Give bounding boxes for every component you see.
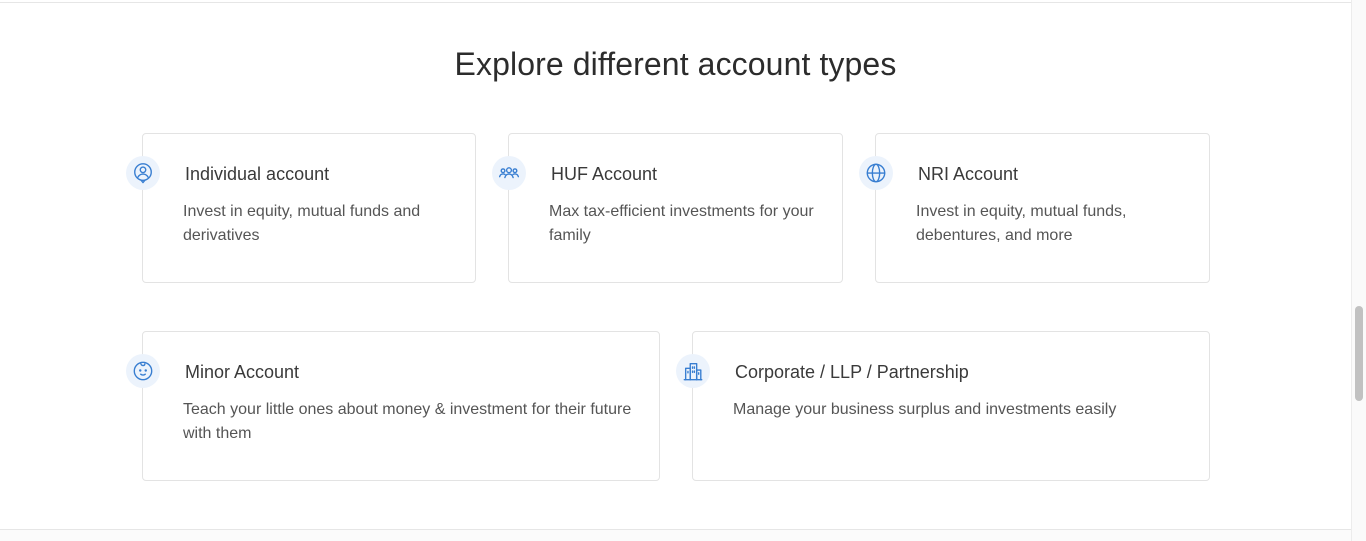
globe-icon — [859, 156, 893, 190]
card-minor-account[interactable]: Minor Account Teach your little ones abo… — [126, 331, 660, 481]
top-divider — [0, 2, 1351, 3]
card-nri-account[interactable]: NRI Account Invest in equity, mutual fun… — [859, 133, 1210, 283]
card-individual-account[interactable]: Individual account Invest in equity, mut… — [126, 133, 476, 283]
bottom-divider — [0, 529, 1351, 541]
scrollbar-thumb[interactable] — [1355, 306, 1363, 401]
baby-face-icon — [126, 354, 160, 388]
card-description: Manage your business surplus and investm… — [733, 401, 1117, 418]
office-building-icon — [676, 354, 710, 388]
card-description: Teach your little ones about money & inv… — [183, 401, 632, 442]
card-title: NRI Account — [918, 164, 1019, 184]
card-title: HUF Account — [551, 164, 658, 184]
card-description: Invest in equity, mutual funds, debentur… — [916, 203, 1127, 244]
card-title: Individual account — [185, 164, 330, 184]
page: Explore different account types Individu… — [0, 0, 1366, 541]
card-title: Minor Account — [185, 362, 300, 382]
section-title: Explore different account types — [454, 46, 897, 82]
family-group-icon — [492, 156, 526, 190]
card-title: Corporate / LLP / Partnership — [735, 362, 969, 382]
card-description: Invest in equity, mutual funds and deriv… — [183, 203, 421, 244]
vertical-scrollbar[interactable] — [1351, 0, 1366, 541]
card-description: Max tax-efficient investments for your f… — [549, 203, 814, 244]
card-corporate-account[interactable]: Corporate / LLP / Partnership Manage you… — [676, 331, 1210, 481]
card-huf-account[interactable]: HUF Account Max tax-efficient investment… — [492, 133, 843, 283]
user-circle-icon — [126, 156, 160, 190]
